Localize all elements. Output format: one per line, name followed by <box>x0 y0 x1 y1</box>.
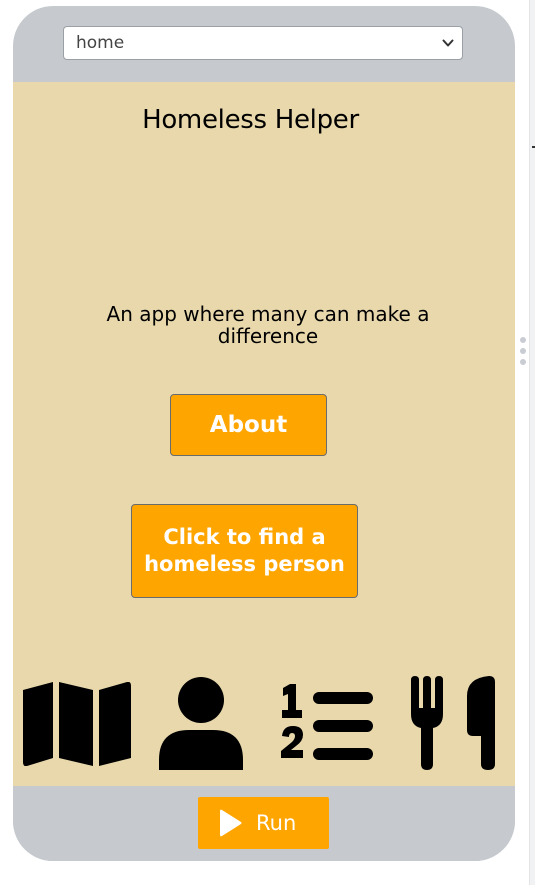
app-screen: Homeless Helper An app where many can ma… <box>13 82 515 786</box>
resize-handle-dot <box>520 348 526 354</box>
numbered-list-icon[interactable] <box>279 680 375 768</box>
resize-handle-dot <box>520 337 526 343</box>
play-icon <box>220 809 242 837</box>
map-icon[interactable] <box>23 682 131 766</box>
resize-handle[interactable] <box>519 337 527 365</box>
about-button[interactable]: About <box>170 394 327 456</box>
utensils-icon[interactable] <box>409 676 495 770</box>
phone-frame: home Homeless Helper An app where many c… <box>13 6 515 861</box>
run-bar: Run <box>13 786 515 861</box>
run-label: Run <box>256 811 297 835</box>
side-panel-edge <box>529 0 535 885</box>
user-icon[interactable] <box>159 676 243 770</box>
resize-handle-dot <box>520 359 526 365</box>
app-lab-page: home Homeless Helper An app where many c… <box>0 0 535 885</box>
chevron-down-icon <box>442 39 454 47</box>
page-title: Homeless Helper <box>142 105 359 135</box>
screen-select-value: home <box>76 33 125 53</box>
run-button[interactable]: Run <box>198 797 329 849</box>
find-homeless-person-button[interactable]: Click to find a homeless person <box>131 504 358 598</box>
screen-select[interactable]: home <box>63 26 463 60</box>
app-subtitle: An app where many can make a difference <box>106 302 430 348</box>
